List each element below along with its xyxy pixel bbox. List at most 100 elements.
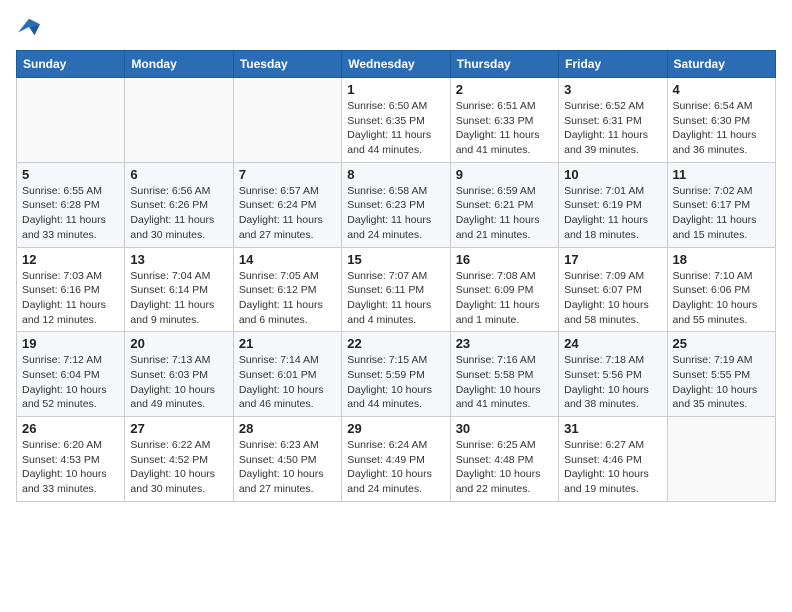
day-info: Sunrise: 6:58 AM Sunset: 6:23 PM Dayligh… — [347, 184, 444, 243]
day-info: Sunrise: 7:01 AM Sunset: 6:19 PM Dayligh… — [564, 184, 661, 243]
calendar-cell: 2 Sunrise: 6:51 AM Sunset: 6:33 PM Daylig… — [450, 78, 558, 163]
day-number: 6 — [130, 167, 227, 182]
day-info: Sunrise: 7:05 AM Sunset: 6:12 PM Dayligh… — [239, 269, 336, 328]
weekday-header-saturday: Saturday — [667, 51, 775, 78]
calendar-cell — [17, 78, 125, 163]
calendar-cell: 7Sunrise: 6:57 AM Sunset: 6:24 PM Daylig… — [233, 162, 341, 247]
day-info: Sunrise: 7:18 AM Sunset: 5:56 PM Dayligh… — [564, 353, 661, 412]
calendar-cell: 16 Sunrise: 7:08 AM Sunset: 6:09 PM Dayli… — [450, 247, 558, 332]
calendar-cell: 22 Sunrise: 7:15 AM Sunset: 5:59 PM Dayli… — [342, 332, 450, 417]
day-info: Sunrise: 6:56 AM Sunset: 6:26 PM Dayligh… — [130, 184, 227, 243]
day-info: Sunrise: 7:04 AM Sunset: 6:14 PM Dayligh… — [130, 269, 227, 328]
day-number: 10 — [564, 167, 661, 182]
calendar-cell: 17 Sunrise: 7:09 AM Sunset: 6:07 PM Dayli… — [559, 247, 667, 332]
day-number: 2 — [456, 82, 553, 97]
day-number: 18 — [673, 252, 770, 267]
calendar-cell: 27Sunrise: 6:22 AM Sunset: 4:52 PM Dayli… — [125, 417, 233, 502]
day-number: 22 — [347, 336, 444, 351]
calendar-cell: 25Sunrise: 7:19 AM Sunset: 5:55 PM Dayli… — [667, 332, 775, 417]
day-info: Sunrise: 6:52 AM Sunset: 6:31 PM Dayligh… — [564, 99, 661, 158]
day-number: 17 — [564, 252, 661, 267]
day-number: 25 — [673, 336, 770, 351]
weekday-header-friday: Friday — [559, 51, 667, 78]
day-number: 19 — [22, 336, 119, 351]
weekday-header-sunday: Sunday — [17, 51, 125, 78]
day-number: 16 — [456, 252, 553, 267]
day-number: 5 — [22, 167, 119, 182]
calendar-cell: 28 Sunrise: 6:23 AM Sunset: 4:50 PM Dayli… — [233, 417, 341, 502]
day-number: 28 — [239, 421, 336, 436]
day-info: Sunrise: 6:23 AM Sunset: 4:50 PM Dayligh… — [239, 438, 336, 497]
day-number: 12 — [22, 252, 119, 267]
calendar-cell: 3Sunrise: 6:52 AM Sunset: 6:31 PM Daylig… — [559, 78, 667, 163]
page-header — [16, 16, 776, 38]
calendar-week-row: 1 Sunrise: 6:50 AM Sunset: 6:35 PM Daylig… — [17, 78, 776, 163]
calendar-cell: 23 Sunrise: 7:16 AM Sunset: 5:58 PM Dayli… — [450, 332, 558, 417]
calendar-cell: 30Sunrise: 6:25 AM Sunset: 4:48 PM Dayli… — [450, 417, 558, 502]
calendar-cell: 5 Sunrise: 6:55 AM Sunset: 6:28 PM Daylig… — [17, 162, 125, 247]
day-info: Sunrise: 6:59 AM Sunset: 6:21 PM Dayligh… — [456, 184, 553, 243]
day-number: 9 — [456, 167, 553, 182]
day-info: Sunrise: 6:55 AM Sunset: 6:28 PM Dayligh… — [22, 184, 119, 243]
day-number: 4 — [673, 82, 770, 97]
day-info: Sunrise: 7:03 AM Sunset: 6:16 PM Dayligh… — [22, 269, 119, 328]
day-number: 15 — [347, 252, 444, 267]
logo — [16, 16, 40, 38]
calendar-cell: 9 Sunrise: 6:59 AM Sunset: 6:21 PM Daylig… — [450, 162, 558, 247]
calendar-week-row: 5 Sunrise: 6:55 AM Sunset: 6:28 PM Daylig… — [17, 162, 776, 247]
calendar-week-row: 19Sunrise: 7:12 AM Sunset: 6:04 PM Dayli… — [17, 332, 776, 417]
calendar-cell: 21 Sunrise: 7:14 AM Sunset: 6:01 PM Dayli… — [233, 332, 341, 417]
day-info: Sunrise: 7:14 AM Sunset: 6:01 PM Dayligh… — [239, 353, 336, 412]
logo-bird-icon — [18, 16, 40, 38]
calendar-cell: 12 Sunrise: 7:03 AM Sunset: 6:16 PM Dayli… — [17, 247, 125, 332]
day-info: Sunrise: 7:15 AM Sunset: 5:59 PM Dayligh… — [347, 353, 444, 412]
weekday-header-wednesday: Wednesday — [342, 51, 450, 78]
day-info: Sunrise: 7:13 AM Sunset: 6:03 PM Dayligh… — [130, 353, 227, 412]
day-number: 21 — [239, 336, 336, 351]
calendar-header-row: SundayMondayTuesdayWednesdayThursdayFrid… — [17, 51, 776, 78]
calendar-cell: 24Sunrise: 7:18 AM Sunset: 5:56 PM Dayli… — [559, 332, 667, 417]
day-number: 13 — [130, 252, 227, 267]
calendar-cell — [125, 78, 233, 163]
day-info: Sunrise: 6:27 AM Sunset: 4:46 PM Dayligh… — [564, 438, 661, 497]
day-info: Sunrise: 6:57 AM Sunset: 6:24 PM Dayligh… — [239, 184, 336, 243]
day-number: 1 — [347, 82, 444, 97]
day-info: Sunrise: 6:50 AM Sunset: 6:35 PM Dayligh… — [347, 99, 444, 158]
day-info: Sunrise: 7:02 AM Sunset: 6:17 PM Dayligh… — [673, 184, 770, 243]
calendar-week-row: 12 Sunrise: 7:03 AM Sunset: 6:16 PM Dayli… — [17, 247, 776, 332]
weekday-header-monday: Monday — [125, 51, 233, 78]
day-number: 23 — [456, 336, 553, 351]
day-number: 31 — [564, 421, 661, 436]
calendar-cell: 13 Sunrise: 7:04 AM Sunset: 6:14 PM Dayli… — [125, 247, 233, 332]
calendar-cell: 15 Sunrise: 7:07 AM Sunset: 6:11 PM Dayli… — [342, 247, 450, 332]
day-number: 29 — [347, 421, 444, 436]
day-number: 14 — [239, 252, 336, 267]
day-info: Sunrise: 6:54 AM Sunset: 6:30 PM Dayligh… — [673, 99, 770, 158]
day-number: 11 — [673, 167, 770, 182]
calendar-table: SundayMondayTuesdayWednesdayThursdayFrid… — [16, 50, 776, 502]
calendar-cell: 4 Sunrise: 6:54 AM Sunset: 6:30 PM Daylig… — [667, 78, 775, 163]
calendar-cell: 18Sunrise: 7:10 AM Sunset: 6:06 PM Dayli… — [667, 247, 775, 332]
day-info: Sunrise: 6:25 AM Sunset: 4:48 PM Dayligh… — [456, 438, 553, 497]
day-info: Sunrise: 7:16 AM Sunset: 5:58 PM Dayligh… — [456, 353, 553, 412]
calendar-cell: 29Sunrise: 6:24 AM Sunset: 4:49 PM Dayli… — [342, 417, 450, 502]
weekday-header-tuesday: Tuesday — [233, 51, 341, 78]
calendar-cell: 6 Sunrise: 6:56 AM Sunset: 6:26 PM Daylig… — [125, 162, 233, 247]
calendar-cell: 8Sunrise: 6:58 AM Sunset: 6:23 PM Daylig… — [342, 162, 450, 247]
day-info: Sunrise: 6:51 AM Sunset: 6:33 PM Dayligh… — [456, 99, 553, 158]
calendar-cell — [233, 78, 341, 163]
day-number: 26 — [22, 421, 119, 436]
day-info: Sunrise: 6:20 AM Sunset: 4:53 PM Dayligh… — [22, 438, 119, 497]
calendar-cell: 1 Sunrise: 6:50 AM Sunset: 6:35 PM Daylig… — [342, 78, 450, 163]
day-info: Sunrise: 6:22 AM Sunset: 4:52 PM Dayligh… — [130, 438, 227, 497]
day-info: Sunrise: 7:08 AM Sunset: 6:09 PM Dayligh… — [456, 269, 553, 328]
calendar-cell: 20 Sunrise: 7:13 AM Sunset: 6:03 PM Dayli… — [125, 332, 233, 417]
day-number: 20 — [130, 336, 227, 351]
calendar-cell: 31 Sunrise: 6:27 AM Sunset: 4:46 PM Dayli… — [559, 417, 667, 502]
calendar-week-row: 26 Sunrise: 6:20 AM Sunset: 4:53 PM Dayli… — [17, 417, 776, 502]
day-info: Sunrise: 7:07 AM Sunset: 6:11 PM Dayligh… — [347, 269, 444, 328]
calendar-cell: 19Sunrise: 7:12 AM Sunset: 6:04 PM Dayli… — [17, 332, 125, 417]
calendar-cell: 14 Sunrise: 7:05 AM Sunset: 6:12 PM Dayli… — [233, 247, 341, 332]
calendar-cell: 10 Sunrise: 7:01 AM Sunset: 6:19 PM Dayli… — [559, 162, 667, 247]
day-info: Sunrise: 7:09 AM Sunset: 6:07 PM Dayligh… — [564, 269, 661, 328]
